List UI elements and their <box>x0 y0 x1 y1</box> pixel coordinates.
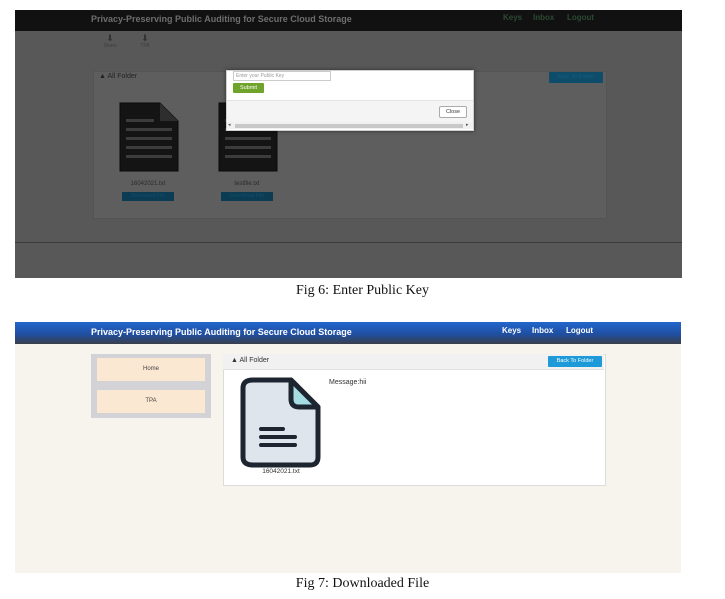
scrollbar-thumb[interactable] <box>235 124 463 128</box>
file-name: 16042021.txt <box>130 181 166 187</box>
file-icon[interactable] <box>239 377 321 469</box>
tpa-icon: ⬇ <box>141 33 149 43</box>
share-label: Share <box>103 43 117 49</box>
figure-caption: Fig 7: Downloaded File <box>295 576 430 591</box>
user-icon: ▲ <box>99 73 106 80</box>
fig6-screenshot: Privacy-Preserving Public Auditing for S… <box>15 10 682 278</box>
panel-title-row: ▲ All Folder <box>231 357 269 364</box>
nav-keys[interactable]: Keys <box>502 326 521 335</box>
panel-header <box>223 354 604 370</box>
back-to-folder-button[interactable]: Back To Folder <box>548 356 602 367</box>
nav-inbox[interactable]: Inbox <box>532 326 553 335</box>
public-key-input[interactable]: Enter your Public Key <box>233 71 331 81</box>
scroll-right-icon[interactable]: ▸ <box>466 122 469 128</box>
message-text: Message:hii <box>329 379 367 386</box>
panel-header: ▲ All Folder <box>99 73 137 80</box>
public-key-modal: Enter your Public Key Submit Close ◂ ▸ <box>226 70 474 131</box>
tpa-label: TPA <box>140 43 150 49</box>
back-to-folder-button[interactable]: Back To Folder <box>549 72 603 83</box>
nav-keys[interactable]: Keys <box>503 13 522 22</box>
app-title: Privacy-Preserving Public Auditing for S… <box>91 327 352 337</box>
share-icon: ⬇ <box>106 33 114 43</box>
file-icon[interactable] <box>116 101 180 173</box>
modal-footer <box>227 100 473 123</box>
sidebar-item-home[interactable]: Home <box>97 358 205 381</box>
nav-logout[interactable]: Logout <box>566 326 593 335</box>
file-name: testfile.txt <box>234 181 260 187</box>
sidebar-item-tpa[interactable]: TPA <box>97 390 205 413</box>
figure-caption: Fig 6: Enter Public Key <box>296 283 429 298</box>
sidebar: Home TPA <box>91 354 211 418</box>
nav-logout[interactable]: Logout <box>567 13 594 22</box>
download-file-button[interactable]: Download File <box>122 192 174 201</box>
toolbar: ⬇ Share ⬇ TPA <box>95 31 175 53</box>
scroll-left-icon[interactable]: ◂ <box>228 122 231 128</box>
panel-title: All Folder <box>239 357 270 364</box>
footer-divider <box>15 242 682 243</box>
fig7-screenshot: Privacy-Preserving Public Auditing for S… <box>15 322 681 573</box>
nav-inbox[interactable]: Inbox <box>533 13 554 22</box>
close-button[interactable]: Close <box>439 106 467 118</box>
submit-button[interactable]: Submit <box>233 83 264 93</box>
share-button[interactable]: ⬇ Share <box>95 33 125 50</box>
file-name: 16042021.txt <box>262 468 300 475</box>
tpa-button[interactable]: ⬇ TPA <box>130 33 160 50</box>
download-file-button[interactable]: Download File <box>221 192 273 201</box>
app-title: Privacy-Preserving Public Auditing for S… <box>91 14 352 24</box>
user-icon: ▲ <box>231 357 238 364</box>
panel-title: All Folder <box>107 73 138 80</box>
